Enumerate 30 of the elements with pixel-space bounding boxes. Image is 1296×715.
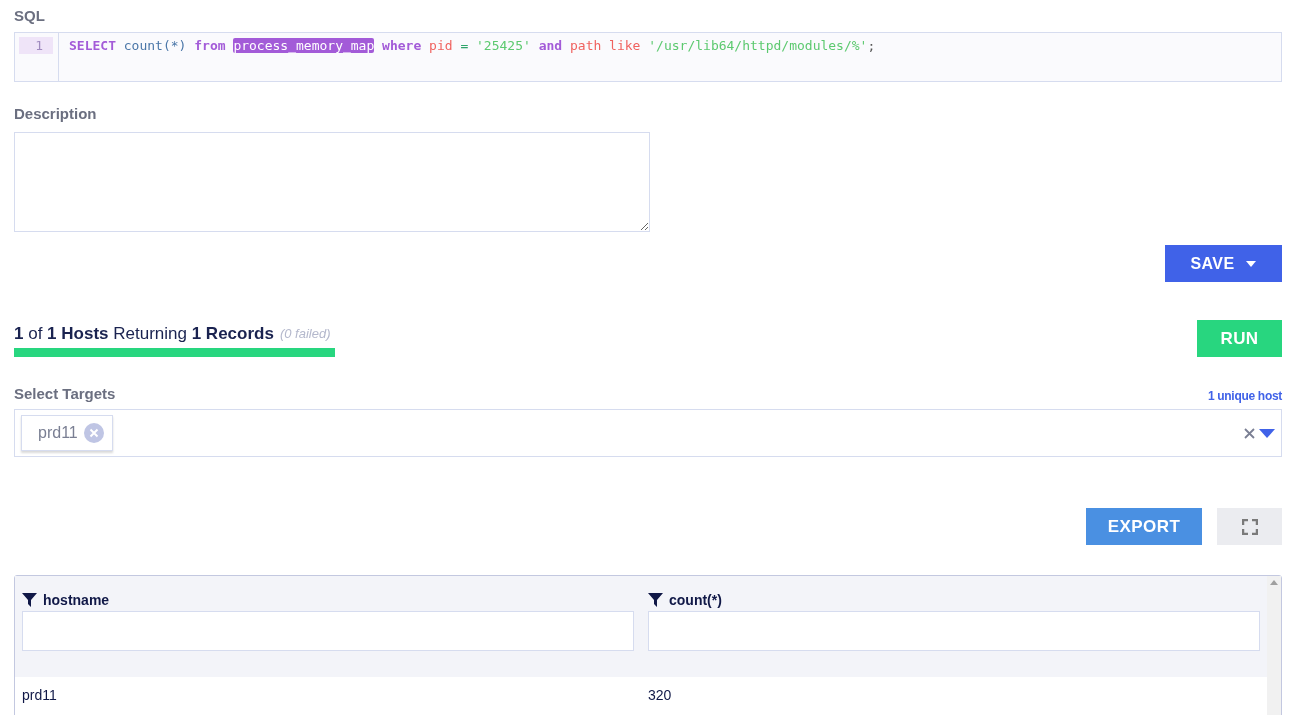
fullscreen-icon xyxy=(1241,518,1258,535)
clear-icon[interactable] xyxy=(1244,427,1255,439)
dropdown-icon[interactable] xyxy=(1259,428,1275,438)
remove-icon[interactable] xyxy=(83,423,104,443)
filter-icon[interactable] xyxy=(22,593,37,607)
target-chip[interactable]: prd11 xyxy=(21,415,113,451)
field-label: Select Targets xyxy=(14,383,116,404)
unique-hosts-link[interactable]: 1 unique host xyxy=(1207,387,1282,405)
column-header[interactable]: hostname xyxy=(43,589,110,611)
fullscreen-button[interactable] xyxy=(1217,508,1282,545)
description-field[interactable] xyxy=(14,132,650,232)
table-cell: prd11 xyxy=(22,687,57,703)
export-button[interactable]: EXPORT xyxy=(1086,508,1202,545)
column-filter-field[interactable] xyxy=(648,611,1260,651)
filter-icon[interactable] xyxy=(648,593,663,607)
scrollbar[interactable] xyxy=(1267,576,1281,715)
line-number: 1 xyxy=(19,37,53,54)
column-filter-field[interactable] xyxy=(22,611,634,651)
failed-count: (0 failed) xyxy=(279,325,331,344)
sql-code: SELECT count(*) from process_memory_map where pid = '25425' and path like '/usr/lib64/httpd/modules/%'; xyxy=(68,37,876,55)
save-button[interactable]: SAVE xyxy=(1165,245,1282,282)
caret-icon xyxy=(1246,260,1257,267)
table-cell: 320 xyxy=(648,687,672,703)
results-summary: 1 of 1 Hosts Returning 1 Records xyxy=(14,323,274,346)
field-label: Description xyxy=(14,104,98,124)
target-select[interactable]: prd11 xyxy=(14,409,1282,457)
scroll-up-icon[interactable] xyxy=(1270,580,1278,585)
code-editor[interactable]: 1 SELECT count(*) from process_memory_map where pid = '25425' and path like '/usr/lib64/httpd/modules/%'; xyxy=(14,32,1282,82)
field-label: SQL xyxy=(14,6,46,26)
column-header[interactable]: count(*) xyxy=(669,589,722,611)
